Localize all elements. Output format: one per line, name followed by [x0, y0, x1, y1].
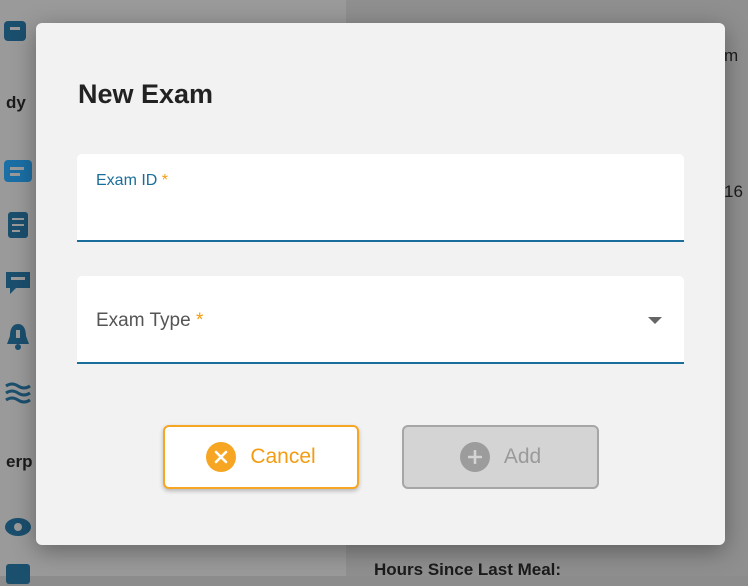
background-section-heading: dy [6, 93, 26, 112]
alert-icon[interactable] [0, 324, 34, 350]
exam-type-select[interactable]: Exam Type * [77, 276, 684, 364]
app-logo-icon [0, 18, 34, 44]
exam-id-field[interactable]: Exam ID * [77, 154, 684, 242]
exam-type-label: Exam Type * [96, 310, 204, 331]
required-asterisk: * [195, 310, 204, 331]
cancel-button[interactable]: Cancel [163, 425, 359, 489]
required-asterisk: * [161, 172, 169, 189]
new-exam-dialog: New Exam Exam ID * Exam Type * Cancel Ad… [36, 23, 725, 545]
cancel-button-label: Cancel [250, 445, 316, 468]
background-section-heading-2: erp [6, 452, 33, 471]
dialog-title: New Exam [78, 79, 214, 109]
eye-icon[interactable] [0, 514, 34, 540]
document-icon[interactable] [0, 212, 34, 238]
dropdown-arrow-icon[interactable] [648, 317, 662, 324]
close-circle-icon [206, 442, 237, 472]
form-icon[interactable] [0, 158, 34, 184]
waves-icon[interactable] [0, 380, 34, 406]
add-button[interactable]: Add [402, 425, 599, 489]
chat-icon[interactable] [0, 270, 34, 296]
background-hours-label: Hours Since Last Meal: [374, 560, 562, 579]
background-text-fragment: m [724, 46, 739, 65]
exam-id-label: Exam ID * [96, 172, 169, 189]
add-button-label: Add [503, 445, 542, 468]
plus-circle-icon [459, 442, 490, 472]
background-number-fragment: 16 [724, 182, 743, 201]
folder-icon[interactable] [0, 560, 34, 586]
